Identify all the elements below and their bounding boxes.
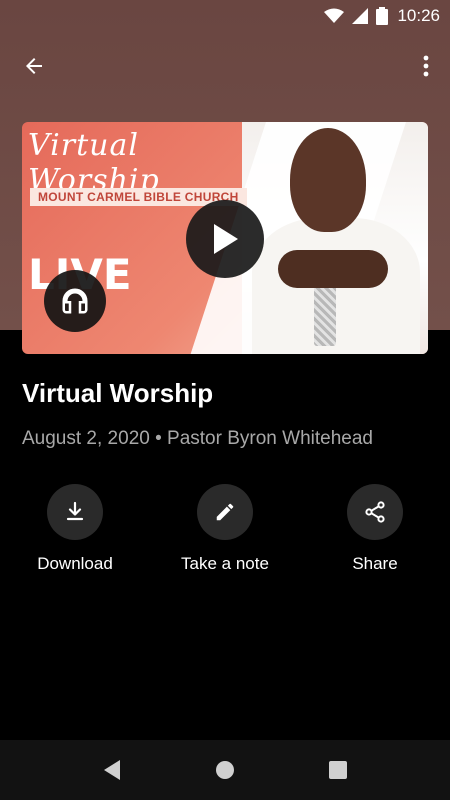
nav-back-icon [104,760,120,780]
nav-back-button[interactable] [100,758,124,782]
play-button[interactable] [186,200,264,278]
wifi-icon [324,8,344,23]
signal-icon [352,8,368,24]
audio-only-button[interactable] [44,270,106,332]
share-circle [347,484,403,540]
episode-meta: August 2, 2020 • Pastor Byron Whitehead [22,428,373,449]
nav-recents-icon [329,761,347,779]
headphones-icon [62,288,88,314]
app-bar [0,40,450,92]
nav-recents-button[interactable] [326,758,350,782]
download-circle [47,484,103,540]
take-note-button[interactable]: Take a note [155,484,295,574]
take-note-label: Take a note [181,554,269,573]
status-time: 10:26 [397,6,440,25]
share-label: Share [352,554,398,573]
episode-title: Virtual Worship [22,378,214,408]
more-vert-icon [423,55,429,77]
speaker-photo-hands [278,250,388,288]
play-icon [214,224,238,254]
speaker-photo-head [290,128,366,232]
share-icon [365,501,385,523]
nav-home-icon [216,761,234,779]
status-icons [324,7,388,25]
battery-icon [376,7,388,25]
take-note-circle [197,484,253,540]
status-bar: 10:26 [0,0,450,32]
download-label: Download [37,554,113,573]
nav-home-button[interactable] [213,758,237,782]
more-options-button[interactable] [414,48,438,84]
share-button[interactable]: Share [305,484,445,574]
arrow-back-icon [26,58,42,74]
back-button[interactable] [16,48,52,84]
pencil-icon [216,503,234,521]
download-button[interactable]: Download [5,484,145,574]
system-navigation-bar [0,740,450,800]
download-icon [66,501,84,521]
